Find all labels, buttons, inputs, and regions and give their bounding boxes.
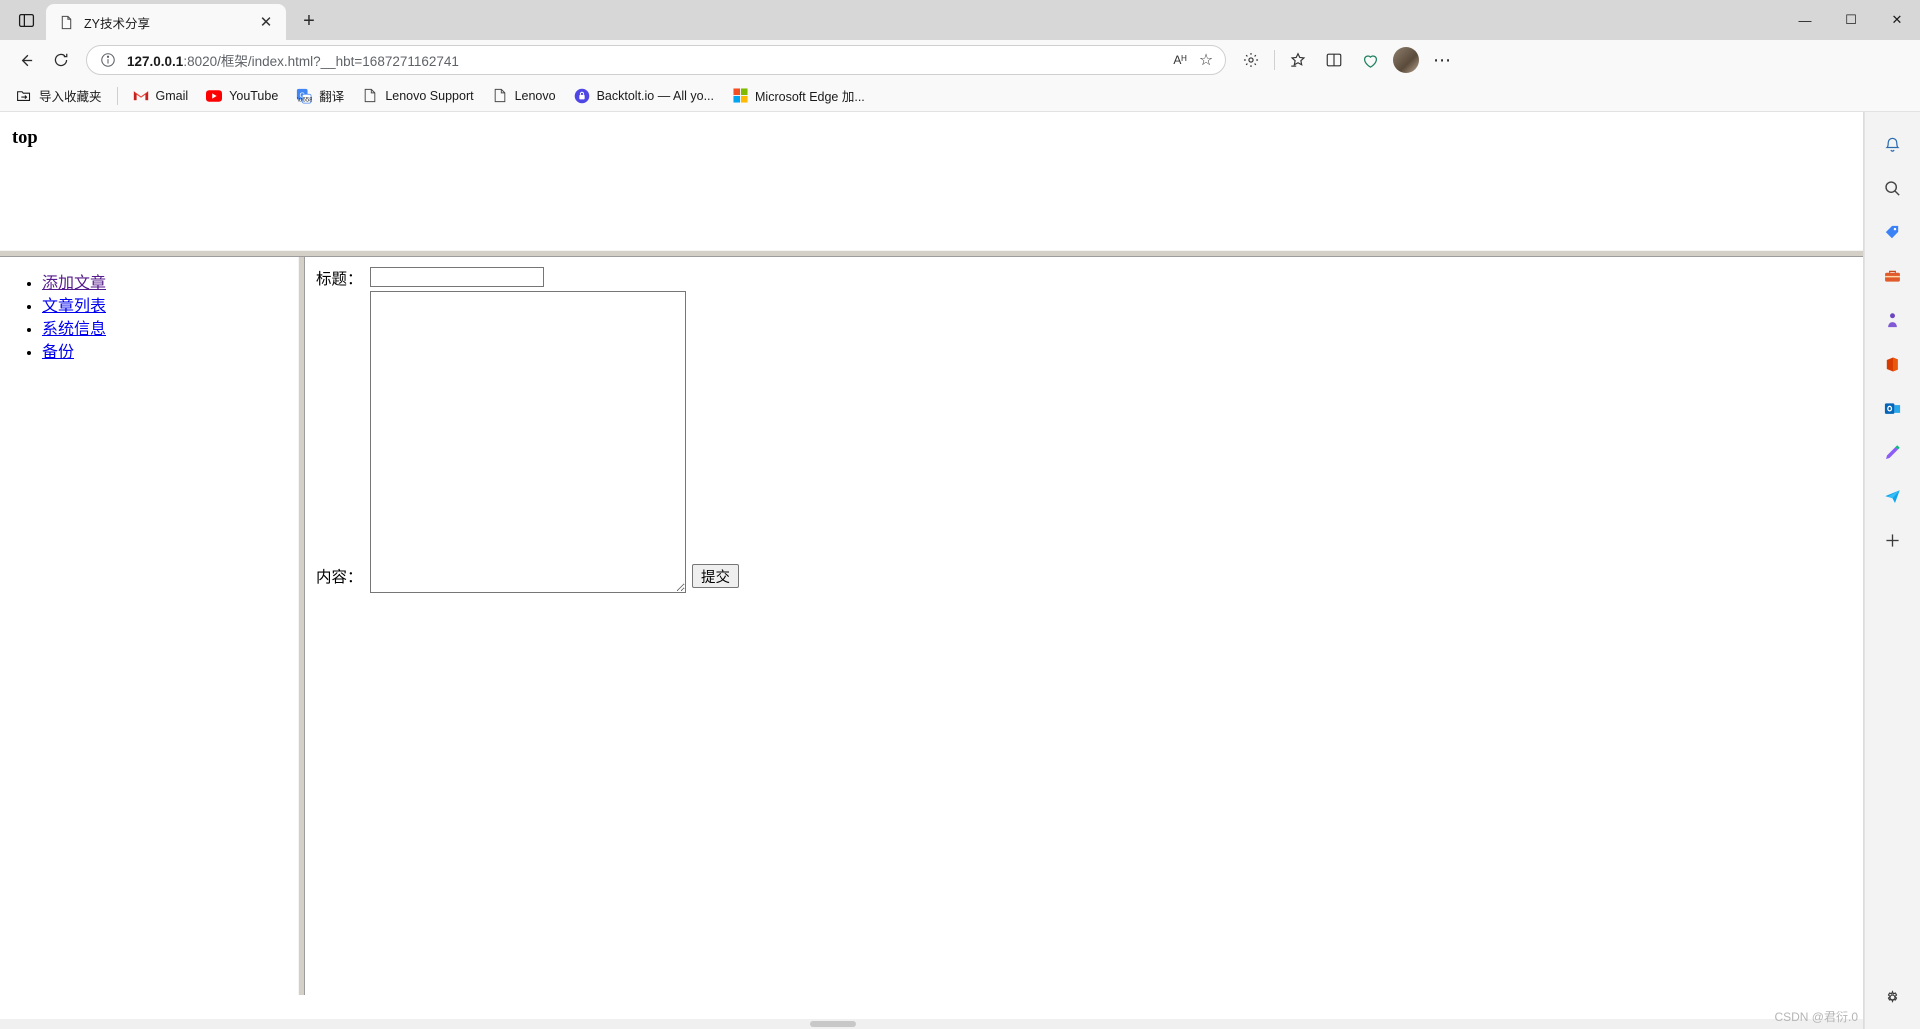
tab-actions-icon[interactable] xyxy=(6,3,46,37)
reload-button[interactable] xyxy=(44,44,78,76)
bookmark-translate[interactable]: G \u6587 翻译 xyxy=(288,83,352,108)
favorite-star-icon[interactable]: ☆ xyxy=(1193,47,1219,73)
toolbar-divider xyxy=(1274,50,1275,70)
new-tab-button[interactable]: + xyxy=(292,4,326,38)
window-controls: — ☐ ✕ xyxy=(1782,0,1920,40)
nav-link-list: 添加文章 文章列表 系统信息 备份 xyxy=(0,273,298,363)
favorites-icon[interactable] xyxy=(1281,44,1315,76)
translate-icon: G \u6587 xyxy=(296,88,312,104)
site-info-icon[interactable] xyxy=(97,49,119,71)
frame-vertical-splitter[interactable] xyxy=(298,257,305,995)
document-icon xyxy=(492,88,508,104)
sidebar-item-article-list[interactable]: 文章列表 xyxy=(42,298,106,315)
maximize-button[interactable]: ☐ xyxy=(1828,0,1874,40)
tab-title: ZY技术分享 xyxy=(84,16,150,31)
sidebar-item-add-article[interactable]: 添加文章 xyxy=(42,275,106,292)
bookmark-label: YouTube xyxy=(229,88,279,103)
title-input[interactable] xyxy=(370,267,544,287)
submit-button[interactable]: 提交 xyxy=(692,564,739,588)
svg-text:\u6587: \u6587 xyxy=(297,96,312,103)
paper-plane-icon[interactable] xyxy=(1875,478,1911,514)
list-item: 备份 xyxy=(42,342,298,363)
bookmark-lenovo[interactable]: Lenovo xyxy=(484,85,564,107)
bookmark-backtolt[interactable]: Backtolt.io — All yo... xyxy=(566,85,722,107)
bookmark-label: Microsoft Edge 加... xyxy=(755,90,865,104)
frame-main-content: 标题： 内容： 提交 xyxy=(305,257,1863,995)
sidebar-item-backup[interactable]: 备份 xyxy=(42,344,74,361)
frame-body: 添加文章 文章列表 系统信息 备份 xyxy=(0,257,1863,995)
url-host: 127.0.0.1 xyxy=(127,54,184,69)
minimize-button[interactable]: — xyxy=(1782,0,1828,40)
bookmark-lenovo-support[interactable]: Lenovo Support xyxy=(354,85,481,107)
tools-icon[interactable] xyxy=(1875,258,1911,294)
list-item: 添加文章 xyxy=(42,273,298,294)
frame-horizontal-splitter[interactable] xyxy=(0,250,1863,257)
url-text: 127.0.0.1:8020/框架/index.html?__hbt=16872… xyxy=(119,50,1167,70)
address-bar[interactable]: 127.0.0.1:8020/框架/index.html?__hbt=16872… xyxy=(86,45,1226,75)
add-sidebar-icon[interactable] xyxy=(1875,522,1911,558)
bookmark-import-favorites[interactable]: 导入收藏夹 xyxy=(8,83,110,108)
split-screen-icon[interactable] xyxy=(1317,44,1351,76)
document-icon xyxy=(362,88,378,104)
article-form: 标题： 内容： 提交 xyxy=(316,267,1863,593)
settings-and-more-icon[interactable]: ⋯ xyxy=(1425,44,1459,76)
bookmark-label: Backtolt.io — All yo... xyxy=(596,88,715,103)
read-aloud-icon[interactable]: Aᴴ xyxy=(1167,47,1193,73)
sidebar-item-system-info[interactable]: 系统信息 xyxy=(42,321,106,338)
page-title: top xyxy=(12,128,38,148)
backtolt-icon xyxy=(574,88,590,104)
list-item: 文章列表 xyxy=(42,296,298,317)
bookmark-label: Lenovo Support xyxy=(385,88,474,103)
frame-left-nav: 添加文章 文章列表 系统信息 备份 xyxy=(0,257,298,995)
avatar[interactable] xyxy=(1393,47,1419,73)
web-page-content: top 添加文章 文章列表 系统信息 xyxy=(0,112,1864,1029)
bookmark-label: Lenovo xyxy=(514,88,556,103)
close-window-button[interactable]: ✕ xyxy=(1874,0,1920,40)
drawing-icon[interactable] xyxy=(1875,434,1911,470)
bookmark-label: Gmail xyxy=(155,88,189,103)
bookmark-youtube[interactable]: YouTube xyxy=(198,85,286,107)
content-row: 内容： 提交 xyxy=(316,291,1863,593)
browser-tab[interactable]: ZY技术分享 ✕ xyxy=(46,4,286,40)
browser-window: ZY技术分享 ✕ + — ☐ ✕ 127.0.0.1:8020/框架/index… xyxy=(0,0,1920,1029)
games-icon[interactable] xyxy=(1875,302,1911,338)
bookmark-label: 导入收藏夹 xyxy=(39,90,102,104)
watermark: CSDN @君衍.0 xyxy=(1774,1010,1858,1024)
microsoft-icon xyxy=(732,88,748,104)
browser-viewport: top 添加文章 文章列表 系统信息 xyxy=(0,112,1920,1029)
bookmark-microsoft-edge[interactable]: Microsoft Edge 加... xyxy=(724,83,873,108)
collections-icon[interactable] xyxy=(1234,44,1268,76)
bookmark-gmail[interactable]: Gmail xyxy=(125,85,197,107)
frame-top: top xyxy=(0,112,1863,250)
back-button[interactable] xyxy=(8,44,42,76)
import-favorites-icon xyxy=(16,88,32,104)
search-icon[interactable] xyxy=(1875,170,1911,206)
bookmark-label: 翻译 xyxy=(319,90,345,104)
notifications-icon[interactable] xyxy=(1875,126,1911,162)
tab-strip: ZY技术分享 ✕ + — ☐ ✕ xyxy=(0,0,1920,40)
browser-essentials-icon[interactable] xyxy=(1353,44,1387,76)
youtube-icon xyxy=(206,88,223,104)
outlook-icon[interactable] xyxy=(1875,390,1911,426)
close-icon[interactable]: ✕ xyxy=(254,10,278,34)
scrollbar-thumb[interactable] xyxy=(810,1021,856,1027)
office-icon[interactable] xyxy=(1875,346,1911,382)
content-label: 内容： xyxy=(316,569,363,586)
list-item: 系统信息 xyxy=(42,319,298,340)
shopping-tag-icon[interactable] xyxy=(1875,214,1911,250)
edge-sidebar xyxy=(1864,112,1920,1029)
document-icon xyxy=(58,14,75,31)
page-horizontal-scrollbar[interactable] xyxy=(0,1019,1863,1029)
title-label: 标题： xyxy=(316,271,363,288)
navigation-bar: 127.0.0.1:8020/框架/index.html?__hbt=16872… xyxy=(0,40,1920,80)
bookmarks-bar: 导入收藏夹 Gmail YouTube \u65 翻译 Lenovo Suppo… xyxy=(0,80,1920,112)
title-row: 标题： xyxy=(316,267,1863,291)
sidebar-settings-icon[interactable] xyxy=(1875,979,1911,1015)
content-textarea[interactable] xyxy=(370,291,686,593)
gmail-icon xyxy=(133,88,149,104)
url-path: :8020/框架/index.html?__hbt=1687271162741 xyxy=(183,54,459,69)
bookmarks-divider xyxy=(116,86,118,105)
